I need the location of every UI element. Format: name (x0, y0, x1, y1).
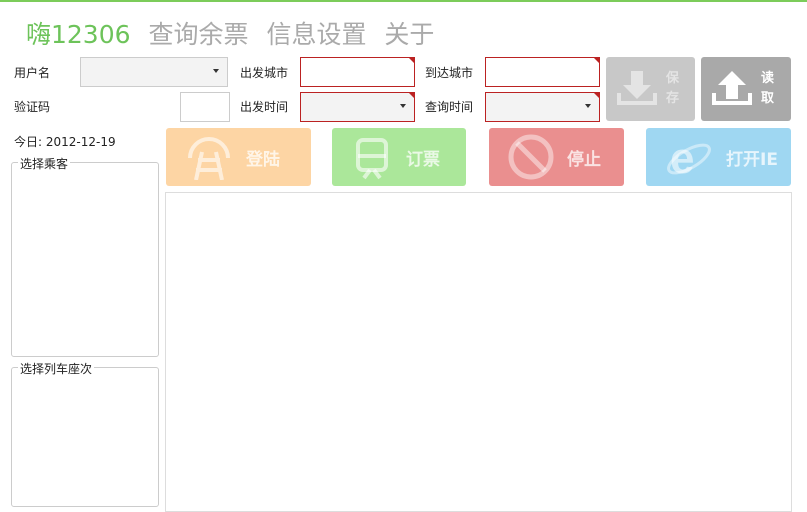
passenger-group[interactable]: 选择乘客 (11, 155, 159, 357)
top-accent-line (0, 0, 807, 2)
read-label: 读取 (761, 71, 775, 106)
username-label: 用户名 (14, 66, 51, 80)
stop-label: 停止 (567, 149, 601, 170)
log-output-area[interactable] (165, 192, 792, 512)
login-label: 登陆 (246, 149, 280, 170)
train-icon (356, 138, 388, 180)
login-button[interactable]: 登陆 (166, 128, 311, 186)
query-time-select[interactable] (485, 92, 600, 122)
today-date: 2012-12-19 (45, 135, 116, 149)
upload-icon (712, 71, 752, 105)
depart-date-select[interactable] (300, 92, 415, 122)
menu-about[interactable]: 关于 (384, 20, 434, 49)
ie-icon: e (667, 134, 711, 181)
open-ie-button[interactable]: e 打开IE (646, 128, 791, 186)
passenger-group-title: 选择乘客 (18, 155, 71, 172)
app-brand: 嗨12306 (26, 20, 131, 49)
order-button[interactable]: 订票 (332, 128, 466, 186)
captcha-label: 验证码 (14, 100, 51, 114)
save-label: 保存 (666, 71, 680, 106)
today-display: 今日: 2012-12-19 (14, 133, 116, 150)
railway-icon (188, 137, 230, 180)
download-icon (617, 71, 657, 105)
stop-button[interactable]: 停止 (489, 128, 624, 186)
captcha-input[interactable] (180, 92, 230, 122)
menu-query-tickets[interactable]: 查询余票 (148, 20, 248, 49)
depart-date-label: 出发时间 (240, 100, 289, 114)
main-menu: 嗨12306 查询余票 信息设置 关于 (26, 15, 444, 51)
train-seat-group[interactable]: 选择列车座次 (11, 360, 159, 507)
to-city-input[interactable] (485, 57, 600, 87)
chevron-down-icon (213, 69, 219, 73)
order-label: 订票 (406, 149, 440, 170)
train-seat-group-title: 选择列车座次 (18, 360, 95, 377)
from-city-label: 出发城市 (240, 66, 289, 80)
to-city-label: 到达城市 (425, 66, 474, 80)
chevron-down-icon (400, 104, 406, 108)
open-ie-label: 打开IE (726, 149, 778, 170)
chevron-down-icon (585, 104, 591, 108)
today-label: 今日: (14, 135, 43, 149)
from-city-input[interactable] (300, 57, 415, 87)
menu-settings[interactable]: 信息设置 (266, 20, 366, 49)
read-button[interactable]: 读取 (701, 57, 791, 121)
stop-icon (508, 134, 554, 180)
query-time-label: 查询时间 (425, 100, 474, 114)
save-button[interactable]: 保存 (606, 57, 695, 121)
username-combo[interactable] (80, 57, 228, 87)
